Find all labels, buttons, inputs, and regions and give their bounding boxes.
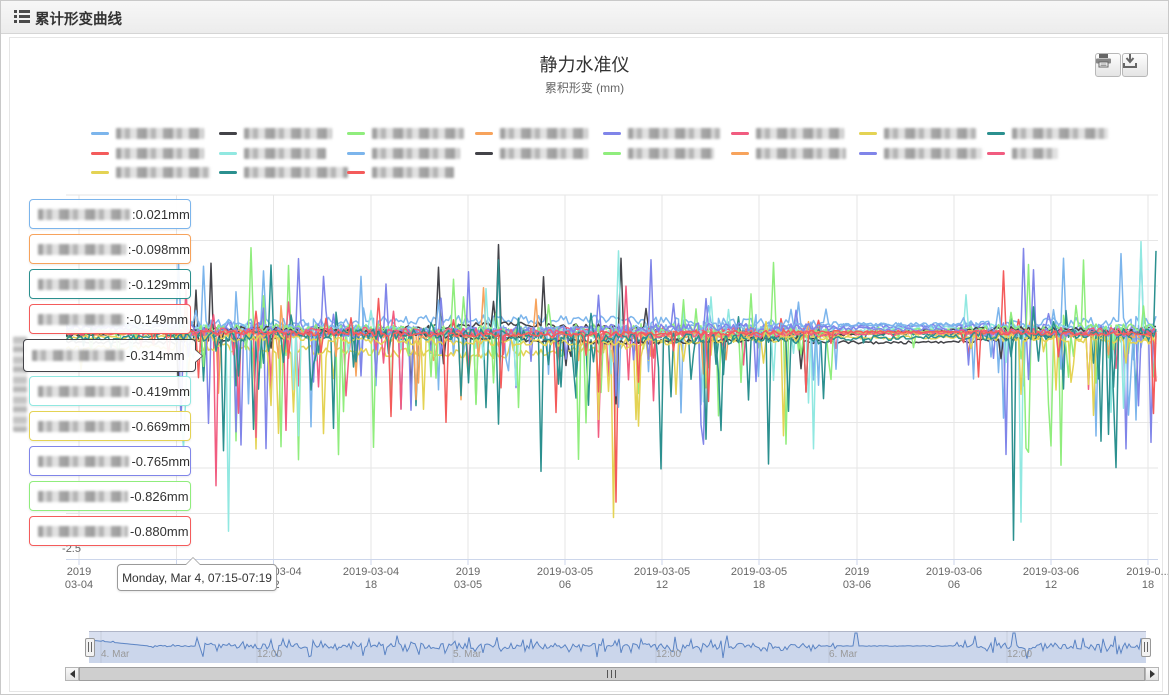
tooltip-box: :-0.149mm — [29, 304, 191, 334]
tooltip-series-redacted — [38, 491, 128, 502]
scrollbar-thumb[interactable] — [79, 667, 1145, 681]
x-axis-label: 2019-03-0606 — [909, 566, 999, 592]
x-axis-label: 2019-03-0612 — [1006, 566, 1096, 592]
tooltip-series-redacted — [38, 244, 126, 255]
tooltip-box: :-0.098mm — [29, 234, 191, 264]
navigator-tick-label: 12:00 — [1007, 649, 1032, 660]
tooltip-value: :-0.129mm — [128, 277, 190, 292]
tooltip-box: -0.669mm — [29, 411, 191, 441]
x-axis-label: 201903-05 — [423, 566, 513, 592]
scrollbar-left-button[interactable] — [65, 667, 79, 681]
x-axis-label: 201903-06 — [812, 566, 902, 592]
tooltip-box: :0.021mm — [29, 199, 191, 229]
x-axis-label: 2019-03-0418 — [326, 566, 416, 592]
tooltip-series-redacted — [32, 350, 124, 361]
tooltip-value: :-0.149mm — [126, 312, 188, 327]
tooltip-series-redacted — [38, 314, 124, 325]
arrow-left-icon — [70, 670, 75, 678]
tooltip-series-redacted — [38, 209, 130, 220]
tooltip-box: -0.880mm — [29, 516, 191, 546]
tooltip-series-redacted — [38, 456, 129, 467]
tooltip-value: -0.419mm — [131, 384, 190, 399]
arrow-right-icon — [1150, 670, 1155, 678]
app-window: 累计形变曲线 静力水准仪 累积形变 (mm) -2.5 201903-04201… — [0, 0, 1169, 695]
tooltip-box: -0.419mm — [29, 376, 191, 406]
x-axis-label: 201903-04 — [34, 566, 124, 592]
scrollbar-right-button[interactable] — [1145, 667, 1159, 681]
navigator-tick-label: 12:00 — [656, 649, 681, 660]
navigator-tick-label: 4. Mar — [101, 649, 129, 660]
x-axis-label: 2019-0...18 — [1103, 566, 1169, 592]
tooltip-series-redacted — [38, 526, 128, 537]
tooltip-series-redacted — [38, 279, 126, 290]
tooltip-value: :-0.098mm — [128, 242, 190, 257]
tooltip-value: -0.669mm — [131, 419, 190, 434]
tooltip-value: -0.765mm — [131, 454, 190, 469]
tooltip-date-header: Monday, Mar 4, 07:15-07:19 — [117, 564, 277, 591]
navigator-tick-label: 5. Mar — [453, 649, 481, 660]
tooltip-box: -0.826mm — [29, 481, 191, 511]
tooltip-box: :-0.129mm — [29, 269, 191, 299]
tooltip-value: :0.021mm — [132, 207, 190, 222]
tooltip-series-redacted — [38, 386, 129, 397]
tooltip-box: -0.765mm — [29, 446, 191, 476]
tooltip-value: -0.314mm — [126, 348, 185, 363]
x-axis-label: 2019-03-0506 — [520, 566, 610, 592]
navigator-tick-label: 6. Mar — [829, 649, 857, 660]
tooltip-value: -0.880mm — [130, 524, 189, 539]
tooltip-series-redacted — [38, 421, 129, 432]
tooltip-box: -0.314mm — [23, 339, 196, 372]
tooltip-value: -0.826mm — [130, 489, 189, 504]
navigator-handle-right[interactable] — [1141, 638, 1151, 657]
navigator-handle-left[interactable] — [85, 638, 95, 657]
x-axis-label: 2019-03-0518 — [714, 566, 804, 592]
x-axis-label: 2019-03-0512 — [617, 566, 707, 592]
navigator-tick-label: 12:00 — [257, 649, 282, 660]
